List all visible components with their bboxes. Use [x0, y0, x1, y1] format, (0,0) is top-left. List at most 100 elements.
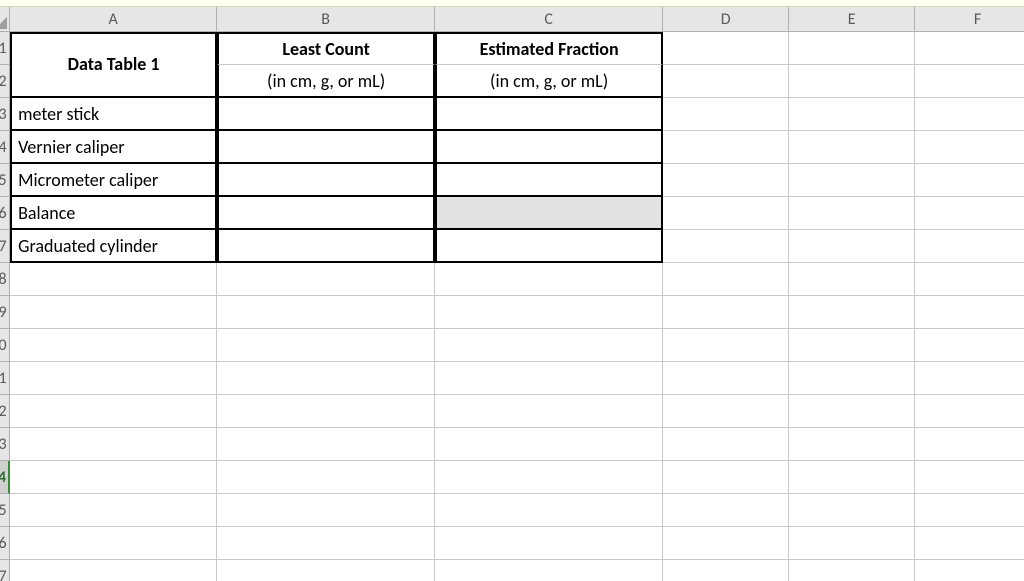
row-header-10[interactable]: 0: [0, 329, 10, 362]
row-header-9[interactable]: 9: [0, 296, 10, 329]
cell-D6[interactable]: [663, 197, 789, 230]
cell-A16[interactable]: [10, 527, 217, 560]
cell-F1[interactable]: [915, 32, 1024, 65]
cell-A11[interactable]: [10, 362, 217, 395]
cell-A8[interactable]: [10, 263, 217, 296]
cell-E14[interactable]: [789, 461, 915, 494]
cell-B12[interactable]: [217, 395, 435, 428]
cell-E12[interactable]: [789, 395, 915, 428]
cell-E10[interactable]: [789, 329, 915, 362]
col-header-A[interactable]: A: [10, 7, 217, 32]
cell-E4[interactable]: [789, 131, 915, 164]
cell-B1[interactable]: Least Count: [217, 32, 435, 65]
cell-C12[interactable]: [435, 395, 663, 428]
cell-C10[interactable]: [435, 329, 663, 362]
cell-B14[interactable]: [217, 461, 435, 494]
cell-A5[interactable]: Micrometer caliper: [10, 164, 217, 197]
cell-D1[interactable]: [663, 32, 789, 65]
cell-D2[interactable]: [663, 65, 789, 98]
cell-E15[interactable]: [789, 494, 915, 527]
cell-F2[interactable]: [915, 65, 1024, 98]
cell-C1[interactable]: Estimated Fraction: [435, 32, 663, 65]
cell-E5[interactable]: [789, 164, 915, 197]
cell-D5[interactable]: [663, 164, 789, 197]
cell-D16[interactable]: [663, 527, 789, 560]
cell-E1[interactable]: [789, 32, 915, 65]
cell-E6[interactable]: [789, 197, 915, 230]
col-header-D[interactable]: D: [663, 7, 789, 32]
formula-bar[interactable]: [0, 0, 1024, 7]
cell-C8[interactable]: [435, 263, 663, 296]
cell-B7[interactable]: [217, 230, 435, 263]
cell-D4[interactable]: [663, 131, 789, 164]
cell-B2[interactable]: (in cm, g, or mL): [217, 65, 435, 98]
cell-F6[interactable]: [915, 197, 1024, 230]
cell-D17[interactable]: [663, 560, 789, 581]
cell-D12[interactable]: [663, 395, 789, 428]
col-header-B[interactable]: B: [217, 7, 435, 32]
cell-F11[interactable]: [915, 362, 1024, 395]
row-header-7[interactable]: 7: [0, 230, 10, 263]
cell-D3[interactable]: [663, 98, 789, 131]
cell-B9[interactable]: [217, 296, 435, 329]
row-header-8[interactable]: 8: [0, 263, 10, 296]
row-header-4[interactable]: 4: [0, 131, 10, 164]
cell-B17[interactable]: [217, 560, 435, 581]
cell-A3[interactable]: meter stick: [10, 98, 217, 131]
cell-F12[interactable]: [915, 395, 1024, 428]
cell-B6[interactable]: [217, 197, 435, 230]
cell-F10[interactable]: [915, 329, 1024, 362]
row-header-3[interactable]: 3: [0, 98, 10, 131]
cell-C9[interactable]: [435, 296, 663, 329]
cell-B16[interactable]: [217, 527, 435, 560]
cell-C6[interactable]: [435, 197, 663, 230]
cell-D9[interactable]: [663, 296, 789, 329]
cell-F5[interactable]: [915, 164, 1024, 197]
cell-B3[interactable]: [217, 98, 435, 131]
row-header-12[interactable]: 2: [0, 395, 10, 428]
cell-C17[interactable]: [435, 560, 663, 581]
cell-F17[interactable]: [915, 560, 1024, 581]
col-header-C[interactable]: C: [435, 7, 663, 32]
cell-A4[interactable]: Vernier caliper: [10, 131, 217, 164]
cell-A6[interactable]: Balance: [10, 197, 217, 230]
cell-F9[interactable]: [915, 296, 1024, 329]
col-header-F[interactable]: F: [915, 7, 1024, 32]
cell-D15[interactable]: [663, 494, 789, 527]
cell-C14[interactable]: [435, 461, 663, 494]
row-header-16[interactable]: 6: [0, 527, 10, 560]
cell-A14[interactable]: [10, 461, 217, 494]
row-header-13[interactable]: 3: [0, 428, 10, 461]
cell-E17[interactable]: [789, 560, 915, 581]
cell-B10[interactable]: [217, 329, 435, 362]
cell-A17[interactable]: [10, 560, 217, 581]
cell-E3[interactable]: [789, 98, 915, 131]
row-header-11[interactable]: 1: [0, 362, 10, 395]
cell-F16[interactable]: [915, 527, 1024, 560]
row-header-14[interactable]: 4: [0, 461, 10, 494]
cell-E7[interactable]: [789, 230, 915, 263]
cell-F13[interactable]: [915, 428, 1024, 461]
row-header-6[interactable]: 6: [0, 197, 10, 230]
cell-E16[interactable]: [789, 527, 915, 560]
cell-E11[interactable]: [789, 362, 915, 395]
cell-A13[interactable]: [10, 428, 217, 461]
cell-E8[interactable]: [789, 263, 915, 296]
cell-C5[interactable]: [435, 164, 663, 197]
row-header-17[interactable]: 7: [0, 560, 10, 581]
row-header-5[interactable]: 5: [0, 164, 10, 197]
cell-C3[interactable]: [435, 98, 663, 131]
col-header-E[interactable]: E: [789, 7, 915, 32]
cell-C15[interactable]: [435, 494, 663, 527]
cell-C2[interactable]: (in cm, g, or mL): [435, 65, 663, 98]
cell-C7[interactable]: [435, 230, 663, 263]
cell-A9[interactable]: [10, 296, 217, 329]
cell-A15[interactable]: [10, 494, 217, 527]
cell-F15[interactable]: [915, 494, 1024, 527]
cell-C16[interactable]: [435, 527, 663, 560]
select-all-corner[interactable]: [0, 7, 10, 32]
row-header-1[interactable]: 1: [0, 32, 10, 65]
row-header-15[interactable]: 5: [0, 494, 10, 527]
cell-D7[interactable]: [663, 230, 789, 263]
cell-B15[interactable]: [217, 494, 435, 527]
